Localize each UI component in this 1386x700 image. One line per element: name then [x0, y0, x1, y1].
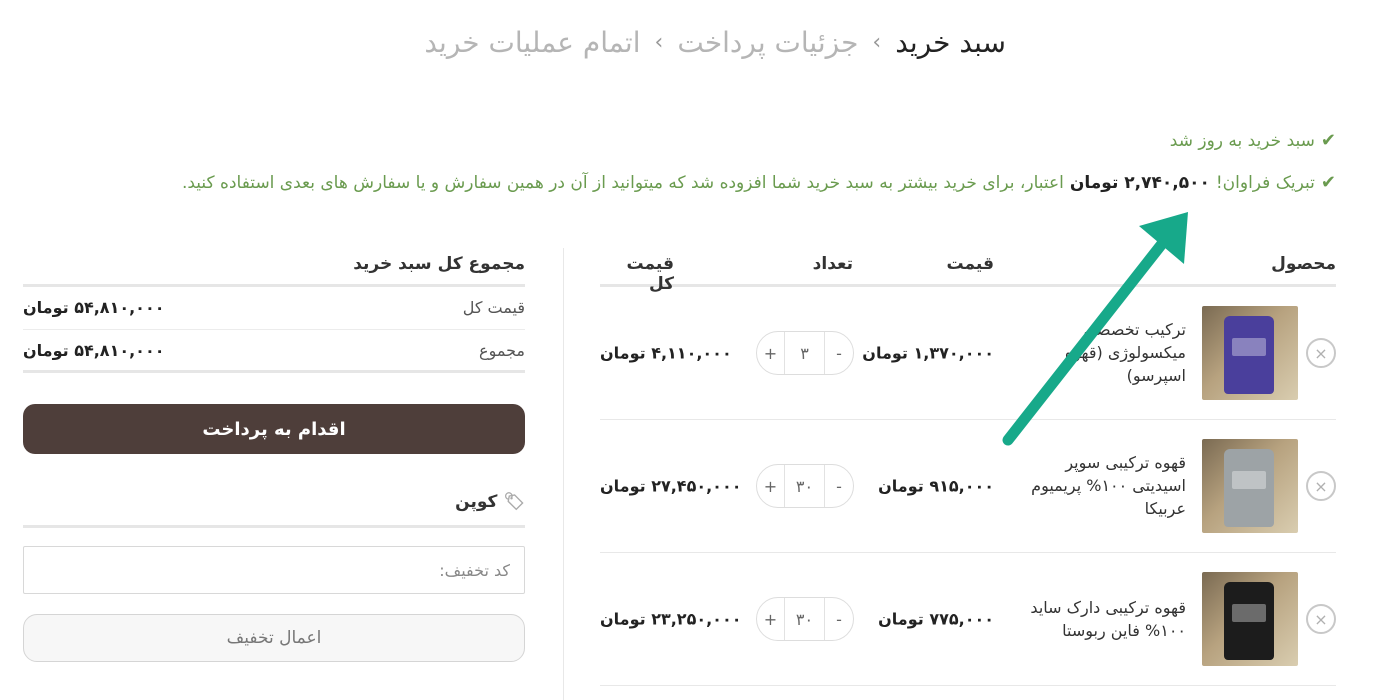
breadcrumb-payment-details[interactable]: جزئیات پرداخت — [677, 26, 858, 59]
minus-icon[interactable]: - — [825, 332, 853, 374]
header-price: قیمت — [946, 254, 994, 274]
quantity-value[interactable]: ۳۰ — [785, 598, 825, 640]
quantity-stepper[interactable]: + ۳۰ - — [756, 464, 854, 508]
table-row: × قهوه ترکیبی سوپر اسیدیتی ۱۰۰% پریمیوم … — [600, 420, 1336, 553]
product-price: ۹۱۵,۰۰۰ تومان — [878, 476, 994, 496]
header-quantity: تعداد — [812, 254, 853, 274]
product-image[interactable] — [1202, 306, 1298, 400]
quantity-value[interactable]: ۳ — [785, 332, 825, 374]
subtotal-row: قیمت کل ۵۴,۸۱۰,۰۰۰ تومان — [23, 287, 525, 330]
product-name[interactable]: قهوه ترکیبی دارک ساید ۱۰۰% فاین ربوستا — [1016, 596, 1186, 642]
credit-notice: ✔ تبریک فراوان! ۲,۷۴۰,۵۰۰ تومان اعتبار، … — [182, 172, 1336, 193]
remove-item-icon[interactable]: × — [1306, 338, 1336, 368]
apply-coupon-button[interactable]: اعمال تخفیف — [23, 614, 525, 662]
remove-item-icon[interactable]: × — [1306, 471, 1336, 501]
coupon-title: کوپن — [455, 491, 498, 512]
table-row: × ترکیب تخصصی میکسولوژی (قهوه اسپرسو) ۱,… — [600, 287, 1336, 420]
check-icon: ✔ — [1320, 172, 1336, 193]
minus-icon[interactable]: - — [825, 465, 853, 507]
credit-prefix: تبریک فراوان! — [1215, 172, 1315, 193]
subtotal-value: ۵۴,۸۱۰,۰۰۰ تومان — [23, 298, 165, 317]
column-divider — [563, 248, 564, 700]
total-row: مجموع ۵۴,۸۱۰,۰۰۰ تومان — [23, 330, 525, 373]
cart-updated-text: سبد خرید به روز شد — [1169, 130, 1315, 151]
minus-icon[interactable]: - — [825, 598, 853, 640]
coupon-heading: 🏷 کوپن — [23, 478, 525, 528]
product-price: ۷۷۵,۰۰۰ تومان — [878, 609, 994, 629]
total-label: مجموع — [479, 341, 525, 360]
coupon-code-input[interactable] — [23, 546, 525, 594]
tag-icon: 🏷 — [503, 491, 525, 512]
cart-totals-title: مجموع کل سبد خرید — [23, 245, 525, 287]
breadcrumb-current: سبد خرید — [895, 26, 1006, 59]
cart-updated-notice: ✔ سبد خرید به روز شد — [1170, 130, 1336, 151]
row-subtotal: ۲۳,۲۵۰,۰۰۰ تومان — [600, 609, 742, 629]
total-value: ۵۴,۸۱۰,۰۰۰ تومان — [23, 341, 165, 360]
credit-amount: ۲,۷۴۰,۵۰۰ تومان — [1069, 172, 1210, 193]
plus-icon[interactable]: + — [757, 465, 785, 507]
plus-icon[interactable]: + — [757, 598, 785, 640]
chevron-left-icon: › — [872, 30, 882, 55]
cart-totals-panel: مجموع کل سبد خرید قیمت کل ۵۴,۸۱۰,۰۰۰ توم… — [23, 245, 525, 662]
breadcrumb: سبد خرید › جزئیات پرداخت › اتمام عملیات … — [424, 26, 1006, 59]
product-name[interactable]: ترکیب تخصصی میکسولوژی (قهوه اسپرسو) — [1016, 318, 1186, 388]
quantity-value[interactable]: ۳۰ — [785, 465, 825, 507]
credit-suffix: اعتبار، برای خرید بیشتر به سبد خرید شما … — [181, 172, 1064, 193]
cart-table: محصول قیمت تعداد قیمت کل × ترکیب تخصصی م… — [600, 245, 1336, 686]
product-image[interactable] — [1202, 439, 1298, 533]
remove-item-icon[interactable]: × — [1306, 604, 1336, 634]
subtotal-label: قیمت کل — [462, 298, 525, 317]
check-icon: ✔ — [1320, 130, 1336, 151]
product-name[interactable]: قهوه ترکیبی سوپر اسیدیتی ۱۰۰% پریمیوم عر… — [1016, 451, 1186, 521]
breadcrumb-order-complete[interactable]: اتمام عملیات خرید — [424, 26, 640, 59]
quantity-stepper[interactable]: + ۳۰ - — [756, 597, 854, 641]
header-product: محصول — [1271, 254, 1336, 274]
checkout-button[interactable]: اقدام به پرداخت — [23, 404, 525, 454]
quantity-stepper[interactable]: + ۳ - — [756, 331, 854, 375]
chevron-left-icon: › — [654, 30, 664, 55]
product-image[interactable] — [1202, 572, 1298, 666]
table-row: × قهوه ترکیبی دارک ساید ۱۰۰% فاین ربوستا… — [600, 553, 1336, 686]
row-subtotal: ۲۷,۴۵۰,۰۰۰ تومان — [600, 476, 742, 496]
cart-table-header: محصول قیمت تعداد قیمت کل — [600, 245, 1336, 294]
plus-icon[interactable]: + — [757, 332, 785, 374]
row-subtotal: ۴,۱۱۰,۰۰۰ تومان — [600, 343, 732, 363]
product-price: ۱,۳۷۰,۰۰۰ تومان — [862, 343, 994, 363]
